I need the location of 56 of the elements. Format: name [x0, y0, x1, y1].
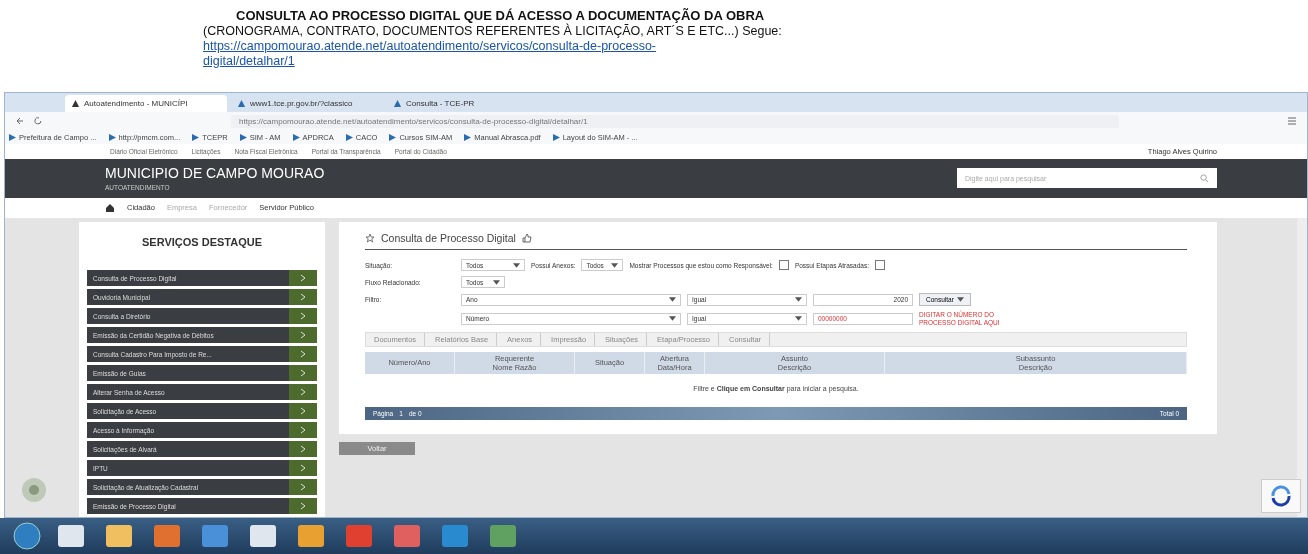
browser-tab[interactable]: Autoatendimento - MUNICÍPI [65, 95, 227, 113]
gear-icon[interactable] [21, 477, 47, 503]
caret-icon [669, 297, 676, 302]
browser-tab[interactable]: Consulta - TCE-PR [387, 95, 539, 113]
caret-icon [493, 279, 500, 285]
star-icon[interactable] [365, 233, 375, 243]
play-icon [464, 133, 472, 141]
play-icon [239, 133, 247, 141]
search-icon[interactable] [1200, 173, 1209, 183]
caption-text: (CRONOGRAMA, CONTRATO, DOCUMENTOS REFERENTES À LICITAÇÃO, ART´S E ETC...) Segue: [203, 24, 783, 38]
address-field[interactable]: https://campomourao.atende.net/autoatendimento/servicos/consulta-de-processo-digital/detalhar/1 [231, 114, 1119, 128]
start-icon[interactable] [12, 521, 42, 551]
play-icon [292, 133, 300, 141]
chevron-icon [289, 384, 317, 400]
thumbs-up-icon[interactable] [521, 233, 532, 243]
chevron-icon [289, 403, 317, 419]
chevron-icon [289, 289, 317, 305]
site-title: MUNICIPIO DE CAMPO MOURAO [105, 165, 326, 182]
checkbox[interactable] [778, 260, 789, 270]
play-icon [552, 133, 560, 141]
chevron-icon [289, 270, 317, 286]
chevron-icon [289, 498, 317, 514]
site-icon [237, 99, 246, 109]
play-icon [9, 133, 16, 141]
play-icon [345, 133, 353, 141]
site-icon [71, 99, 80, 109]
caret-icon [956, 297, 964, 302]
caret-icon [795, 316, 802, 322]
browser-tab[interactable]: www1.tce.pr.gov.br/?classico [231, 95, 383, 113]
caret-icon [795, 297, 802, 302]
chevron-icon [289, 365, 317, 381]
back-icon[interactable] [15, 116, 25, 127]
panel-title: Consulta de Processo Digital [381, 232, 516, 244]
chevron-icon [289, 441, 317, 457]
chevron-icon [289, 346, 317, 362]
sidebar-title: SERVIÇOS DESTAQUE [141, 235, 263, 250]
caption-link[interactable]: https://campomourao.atende.net/autoatendimento/servicos/consulta-de-processo- [203, 39, 1308, 53]
play-icon [108, 133, 116, 141]
play-icon [389, 133, 397, 141]
chevron-icon [289, 308, 317, 324]
chevron-icon [289, 327, 317, 343]
checkbox[interactable] [874, 260, 885, 270]
site-icon [393, 99, 402, 109]
home-icon[interactable] [105, 202, 115, 213]
chevron-icon [289, 422, 317, 438]
scrollbar[interactable] [1297, 218, 1307, 517]
caption-title: CONSULTA AO PROCESSO DIGITAL QUE DÁ ACESSO A DOCUMENTAÇÃO DA OBRA [236, 8, 766, 23]
chevron-icon [289, 460, 317, 476]
caret-icon [669, 316, 676, 322]
chevron-icon [289, 479, 317, 495]
reload-icon[interactable] [33, 116, 43, 127]
caret-icon [611, 262, 619, 268]
play-icon [192, 133, 200, 141]
caret-icon [513, 262, 520, 268]
caption-link[interactable]: digital/detalhar/1 [203, 54, 1308, 68]
recaptcha-icon[interactable] [1261, 479, 1301, 513]
